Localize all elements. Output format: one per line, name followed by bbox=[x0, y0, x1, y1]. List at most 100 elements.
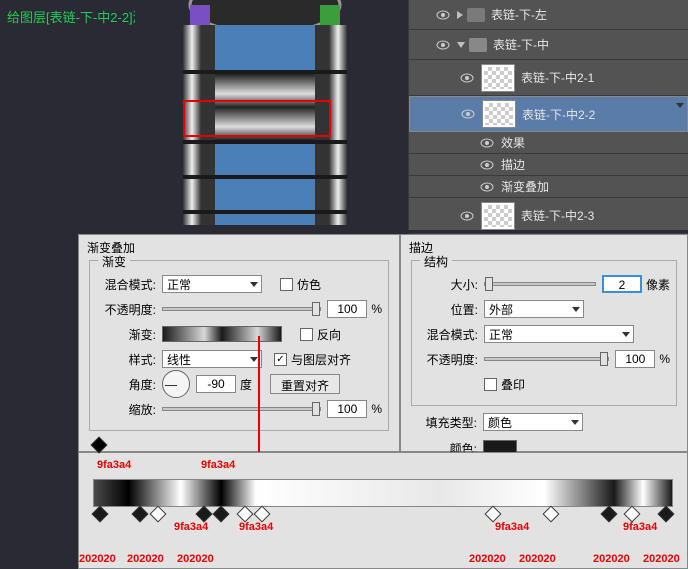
visibility-icon[interactable] bbox=[459, 208, 475, 224]
size-input[interactable]: 2 bbox=[602, 275, 642, 293]
opacity-slider[interactable] bbox=[484, 357, 609, 361]
layer-thumbnail bbox=[481, 64, 515, 92]
gradient-group: 渐变 混合模式:正常仿色 不透明度:100% 渐变:反向 样式:线性✓与图层对齐… bbox=[89, 260, 389, 431]
align-checkbox[interactable]: ✓ bbox=[274, 353, 287, 366]
color-tag: 9fa3a4 bbox=[495, 521, 529, 533]
layer-label: 效果 bbox=[501, 134, 525, 151]
opacity-label: 不透明度: bbox=[96, 301, 156, 318]
visibility-icon[interactable] bbox=[435, 7, 451, 23]
layer-thumbnail bbox=[481, 202, 515, 230]
layer-label: 表链-下-中2-2 bbox=[522, 106, 595, 123]
color-stop[interactable] bbox=[545, 508, 557, 520]
scale-input[interactable]: 100 bbox=[327, 400, 367, 418]
color-stop[interactable] bbox=[626, 508, 638, 520]
annotation-arrow bbox=[258, 336, 260, 456]
dither-checkbox[interactable] bbox=[280, 278, 293, 291]
reset-align-button[interactable]: 重置对齐 bbox=[270, 374, 340, 394]
color-tag: 202020 bbox=[593, 553, 630, 565]
color-stop[interactable] bbox=[215, 508, 227, 520]
layer-label: 表链-下-左 bbox=[491, 6, 547, 23]
group-label: 渐变 bbox=[98, 253, 130, 270]
color-tag: 9fa3a4 bbox=[174, 521, 208, 533]
reverse-checkbox[interactable] bbox=[300, 328, 313, 341]
color-stop[interactable] bbox=[603, 508, 615, 520]
size-slider[interactable] bbox=[484, 282, 596, 286]
layer-label: 描边 bbox=[501, 156, 525, 173]
color-stop[interactable] bbox=[94, 508, 106, 520]
opacity-input[interactable]: 100 bbox=[615, 350, 655, 368]
angle-input[interactable]: -90 bbox=[196, 375, 236, 393]
group-label: 结构 bbox=[420, 253, 452, 270]
stroke-dialog: 描边 结构 大小:2像素 位置:外部 混合模式:正常 不透明度:100% 叠印 … bbox=[400, 234, 688, 452]
opacity-label: 不透明度: bbox=[418, 351, 478, 368]
color-stop[interactable] bbox=[239, 508, 251, 520]
gradient-strip[interactable] bbox=[93, 479, 673, 507]
color-stop[interactable] bbox=[256, 508, 268, 520]
position-select[interactable]: 外部 bbox=[484, 300, 584, 318]
expand-icon[interactable] bbox=[457, 11, 463, 19]
style-select[interactable]: 线性 bbox=[162, 350, 262, 368]
filltype-select[interactable]: 颜色 bbox=[483, 413, 583, 431]
filltype-label: 填充类型: bbox=[417, 414, 477, 431]
dialog-title: 渐变叠加 bbox=[87, 239, 391, 256]
layer-label: 表链-下-中 bbox=[493, 36, 549, 53]
visibility-icon[interactable] bbox=[479, 157, 495, 173]
blend-mode-select[interactable]: 正常 bbox=[162, 275, 262, 293]
angle-dial[interactable] bbox=[162, 370, 190, 398]
gradient-preview[interactable] bbox=[162, 326, 282, 342]
dither-label: 仿色 bbox=[297, 276, 321, 293]
folder-icon bbox=[469, 38, 487, 52]
color-stop[interactable] bbox=[134, 508, 146, 520]
expand-icon[interactable] bbox=[457, 42, 465, 48]
color-stop[interactable] bbox=[660, 508, 672, 520]
layer-thumbnail bbox=[482, 100, 516, 128]
layer-folder-mid[interactable]: 表链-下-中 bbox=[409, 30, 688, 60]
layer-label: 渐变叠加 bbox=[501, 178, 549, 195]
gradient-label: 渐变: bbox=[96, 326, 156, 343]
gradient-editor: 9fa3a4 9fa3a4 9fa3a4 9fa3a4 9fa3a4 9fa3a… bbox=[78, 452, 688, 569]
pct: % bbox=[659, 352, 670, 366]
visibility-icon[interactable] bbox=[479, 179, 495, 195]
folder-icon bbox=[467, 8, 485, 22]
visibility-icon[interactable] bbox=[435, 37, 451, 53]
layer-mid2-3[interactable]: 表链-下-中2-3 bbox=[409, 198, 688, 234]
opacity-stop[interactable] bbox=[93, 439, 105, 451]
opacity-slider[interactable] bbox=[162, 307, 321, 311]
blend-mode-select[interactable]: 正常 bbox=[484, 325, 634, 343]
opacity-input[interactable]: 100 bbox=[327, 300, 367, 318]
style-label: 样式: bbox=[96, 351, 156, 368]
color-tag: 9fa3a4 bbox=[239, 521, 273, 533]
color-stop[interactable] bbox=[198, 508, 210, 520]
align-label: 与图层对齐 bbox=[291, 351, 351, 368]
pct: % bbox=[371, 302, 382, 316]
layer-folder-left[interactable]: 表链-下-左 bbox=[409, 0, 688, 30]
layer-mid2-2[interactable]: 表链-下-中2-2 bbox=[409, 96, 688, 132]
visibility-icon[interactable] bbox=[460, 106, 476, 122]
visibility-icon[interactable] bbox=[459, 70, 475, 86]
fx-stroke[interactable]: 描边 bbox=[409, 154, 688, 176]
color-tag: 202020 bbox=[177, 553, 214, 565]
px: 像素 bbox=[646, 276, 670, 293]
overprint-checkbox[interactable] bbox=[484, 378, 497, 391]
angle-label: 角度: bbox=[96, 376, 156, 393]
position-label: 位置: bbox=[418, 301, 478, 318]
layer-mid2-1[interactable]: 表链-下-中2-1 bbox=[409, 60, 688, 96]
selection-highlight bbox=[183, 100, 331, 137]
color-tag: 9fa3a4 bbox=[97, 459, 131, 471]
visibility-icon[interactable] bbox=[479, 135, 495, 151]
gradient-overlay-dialog: 渐变叠加 渐变 混合模式:正常仿色 不透明度:100% 渐变:反向 样式:线性✓… bbox=[78, 234, 400, 452]
layer-label: 表链-下-中2-1 bbox=[521, 69, 594, 86]
layer-label: 表链-下-中2-3 bbox=[521, 207, 594, 224]
scale-slider[interactable] bbox=[162, 407, 321, 411]
color-tag: 202020 bbox=[127, 553, 164, 565]
color-tag: 202020 bbox=[519, 553, 556, 565]
fx-gradoverlay[interactable]: 渐变叠加 bbox=[409, 176, 688, 198]
layers-panel: 表链-下-左 表链-下-中 表链-下-中2-1 表链-下-中2-2 效果 描边 … bbox=[408, 0, 688, 230]
fx-header[interactable]: 效果 bbox=[409, 132, 688, 154]
blend-label: 混合模式: bbox=[418, 326, 478, 343]
color-tag: 202020 bbox=[79, 553, 116, 565]
structure-group: 结构 大小:2像素 位置:外部 混合模式:正常 不透明度:100% 叠印 bbox=[411, 260, 677, 406]
color-tag: 202020 bbox=[469, 553, 506, 565]
color-stop[interactable] bbox=[152, 508, 164, 520]
color-stop[interactable] bbox=[487, 508, 499, 520]
